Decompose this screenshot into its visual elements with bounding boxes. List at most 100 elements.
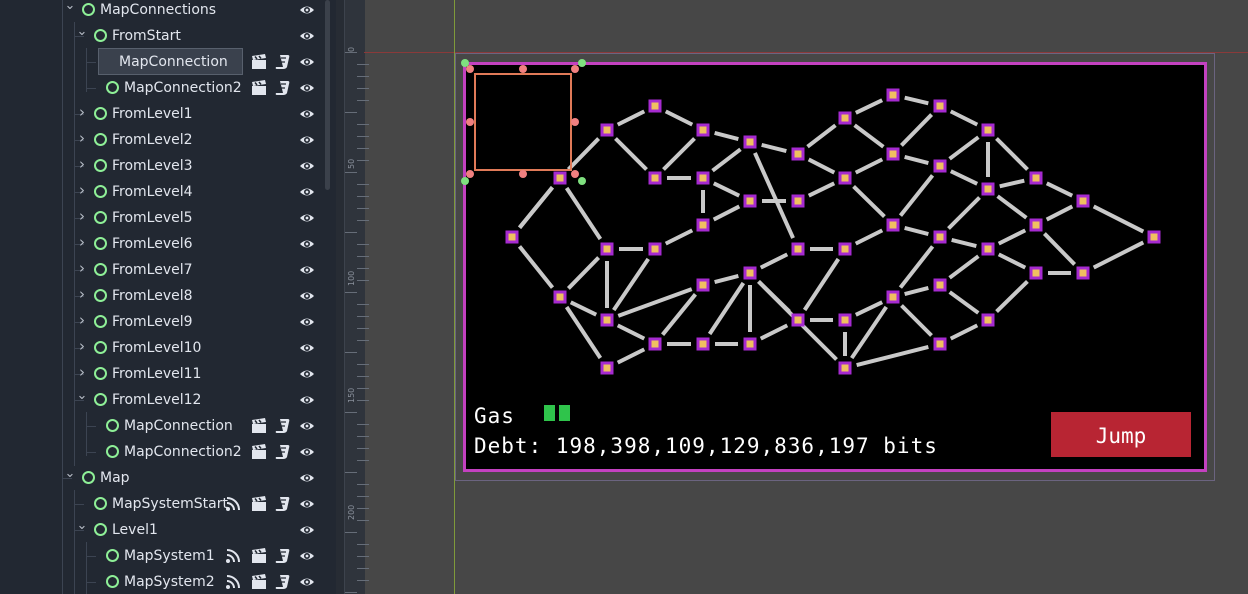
resize-handle[interactable]	[571, 170, 579, 178]
map-system-node[interactable]	[648, 242, 662, 256]
map-system-node[interactable]	[933, 337, 947, 351]
map-connection-line	[948, 290, 980, 315]
map-connection-line	[759, 252, 789, 270]
map-connection-line	[759, 323, 789, 341]
map-system-node[interactable]	[886, 147, 900, 161]
map-system-node[interactable]	[933, 230, 947, 244]
map-system-node[interactable]	[791, 313, 805, 327]
map-system-node[interactable]	[743, 135, 757, 149]
resize-handle[interactable]	[519, 170, 527, 178]
map-system-node[interactable]	[696, 123, 710, 137]
map-system-node[interactable]	[933, 278, 947, 292]
map-system-node[interactable]	[981, 123, 995, 137]
map-system-node[interactable]	[791, 242, 805, 256]
map-connection-line	[854, 98, 884, 115]
map-connection-line	[898, 174, 935, 217]
map-system-node[interactable]	[838, 361, 852, 375]
map-system-node[interactable]	[553, 171, 567, 185]
map-system-node[interactable]	[743, 266, 757, 280]
resize-handle[interactable]	[571, 118, 579, 126]
map-connection-line	[1092, 204, 1145, 234]
map-system-node[interactable]	[886, 290, 900, 304]
map-connection-line	[806, 123, 837, 149]
map-connection-line	[904, 155, 929, 165]
map-system-node[interactable]	[743, 194, 757, 208]
map-system-node[interactable]	[743, 337, 757, 351]
map-connection-line	[614, 137, 648, 171]
map-system-node[interactable]	[600, 313, 614, 327]
map-connection-line	[1092, 240, 1145, 270]
map-system-node[interactable]	[1076, 266, 1090, 280]
map-connection-line	[612, 257, 650, 312]
map-connection-line	[1045, 181, 1074, 198]
map-system-node[interactable]	[696, 337, 710, 351]
map-system-node[interactable]	[600, 361, 614, 375]
map-system-node[interactable]	[886, 218, 900, 232]
map-system-node[interactable]	[838, 242, 852, 256]
resize-handle[interactable]	[571, 65, 579, 73]
map-system-node[interactable]	[981, 313, 995, 327]
map-connection-line	[904, 95, 929, 106]
map-system-node[interactable]	[600, 242, 614, 256]
debt-label: Debt: 198,398,109,129,836,197 bits	[474, 434, 938, 458]
map-connection-line	[564, 186, 603, 241]
map-connection-line	[662, 137, 696, 171]
map-connection-line	[996, 194, 1028, 220]
map-system-node[interactable]	[1076, 194, 1090, 208]
map-system-node[interactable]	[1029, 266, 1043, 280]
map-connection-line	[900, 304, 933, 337]
map-system-node[interactable]	[933, 99, 947, 113]
resize-handle[interactable]	[466, 118, 474, 126]
map-system-node[interactable]	[1029, 171, 1043, 185]
map-system-node[interactable]	[838, 313, 852, 327]
map-system-node[interactable]	[791, 194, 805, 208]
map-connection-line	[951, 237, 977, 249]
map-system-node[interactable]	[505, 230, 519, 244]
gas-bar-segment	[544, 405, 555, 421]
gas-bar-segment	[559, 405, 570, 421]
map-system-node[interactable]	[791, 147, 805, 161]
map-system-node[interactable]	[981, 182, 995, 196]
map-connection-line	[904, 286, 929, 296]
map-system-node[interactable]	[1147, 230, 1161, 244]
map-connection-line	[948, 135, 980, 161]
map-canvas	[461, 59, 1161, 375]
map-connection-line	[664, 109, 694, 127]
map-connection-line	[761, 142, 787, 154]
resize-handle[interactable]	[461, 177, 469, 185]
map-system-node[interactable]	[696, 218, 710, 232]
map-connection-line	[904, 226, 929, 236]
map-system-node[interactable]	[838, 171, 852, 185]
map-system-node[interactable]	[696, 171, 710, 185]
map-connection-line	[854, 300, 884, 317]
map-system-node[interactable]	[838, 111, 852, 125]
selection-box[interactable]	[474, 73, 572, 171]
map-connection-line	[997, 228, 1027, 246]
resize-handle[interactable]	[461, 59, 469, 67]
jump-button[interactable]: Jump	[1051, 412, 1191, 457]
map-system-node[interactable]	[600, 123, 614, 137]
map-system-node[interactable]	[886, 88, 900, 102]
map-system-node[interactable]	[553, 290, 567, 304]
map-connection-line	[518, 186, 554, 229]
map-system-node[interactable]	[648, 99, 662, 113]
resize-handle[interactable]	[466, 170, 474, 178]
map-connection-line	[807, 181, 836, 198]
map-connection-line	[949, 323, 979, 341]
map-connection-line	[997, 252, 1027, 270]
map-connection-line	[995, 279, 1029, 314]
resize-handle[interactable]	[578, 177, 586, 185]
map-connection-line	[616, 347, 646, 365]
gas-label: Gas	[474, 404, 515, 428]
map-connection-line	[852, 184, 886, 219]
map-system-node[interactable]	[1029, 218, 1043, 232]
map-connection-line	[711, 147, 742, 173]
map-system-node[interactable]	[648, 337, 662, 351]
map-system-node[interactable]	[981, 242, 995, 256]
map-system-node[interactable]	[933, 159, 947, 173]
map-system-node[interactable]	[696, 278, 710, 292]
resize-handle[interactable]	[519, 65, 527, 73]
map-system-node[interactable]	[648, 171, 662, 185]
resize-handle[interactable]	[578, 59, 586, 67]
map-connection-line	[661, 293, 697, 336]
